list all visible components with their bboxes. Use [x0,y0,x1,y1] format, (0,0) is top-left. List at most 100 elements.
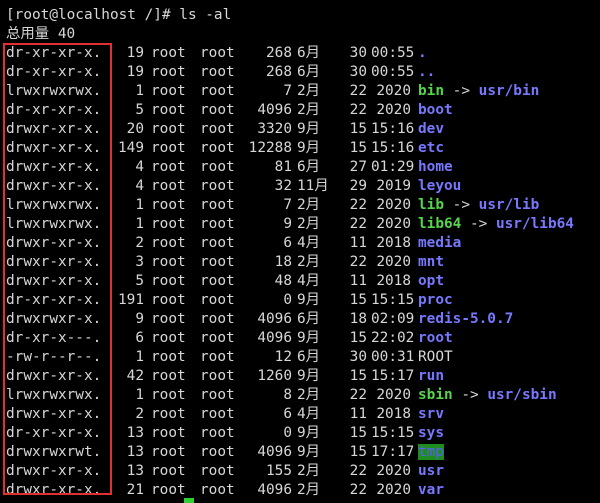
group: root [200,311,235,327]
entry-name-cell: etc [418,139,444,158]
listing-row: dr-xr-xr-x. 5 root root 4096 2月 22 2020 boot [6,101,600,120]
symlink-arrow: -> [444,197,479,213]
time: 2018 [376,273,411,289]
listing-row: drwxrwxr-x. 9 root root 4096 6月 18 02:09 redis-5… [6,310,600,329]
day: 22 [349,387,367,403]
entry-name: home [418,159,453,175]
listing-row: dr-xr-xr-x. 19 root root 268 6月 30 00:55.. [6,63,600,82]
entry-name-cell: .. [418,63,435,82]
time: 17:17 [371,444,415,460]
day: 27 [349,159,367,175]
size: 8 [283,387,292,403]
time: 00:31 [371,349,415,365]
time: 2018 [376,406,411,422]
permissions: drwxr-xr-x. [6,235,102,251]
group: root [200,368,235,384]
symlink-target: usr/lib64 [495,216,574,232]
month: 4月 [297,406,321,422]
size: 48 [274,273,292,289]
entry-name-cell: sbin -> usr/sbin [418,386,557,405]
time: 15:15 [371,292,415,308]
link-count: 1 [135,349,144,365]
day: 22 [349,463,367,479]
link-count: 1 [135,197,144,213]
day: 15 [349,140,367,156]
permissions: drwxr-xr-x. [6,254,102,270]
entry-name-cell: dev [418,120,444,139]
listing-row: drwxr-xr-x. 2 root root 6 4月 11 2018 srv [6,405,600,424]
entry-name-cell: redis-5.0.7 [418,310,513,329]
link-count: 13 [126,444,144,460]
link-count: 42 [126,368,144,384]
permissions: drwxr-xr-x. [6,159,102,175]
size: 4096 [257,330,292,346]
size: 4096 [257,311,292,327]
month: 9月 [297,330,321,346]
link-count: 1 [135,387,144,403]
size: 6 [283,235,292,251]
owner: root [151,254,186,270]
owner: root [151,178,186,194]
entry-name-cell: home [418,158,453,177]
time: 2020 [376,83,411,99]
entry-name-cell: var [418,481,444,500]
group: root [200,83,235,99]
time: 2020 [376,197,411,213]
entry-name: media [418,235,462,251]
group: root [200,45,235,61]
terminal-cursor [184,498,194,503]
entry-name: bin [418,83,444,99]
link-count: 13 [126,425,144,441]
group: root [200,406,235,422]
listing-row: drwxr-xr-x. 149 root root 12288 9月 15 15:16 etc [6,139,600,158]
permissions: lrwxrwxrwx. [6,216,102,232]
month: 2月 [297,102,321,118]
time: 2020 [376,463,411,479]
size: 32 [274,178,292,194]
group: root [200,64,235,80]
size: 268 [266,64,292,80]
link-count: 5 [135,273,144,289]
listing-row: dr-xr-x---. 6 root root 4096 9月 15 22:02 root [6,329,600,348]
day: 22 [349,482,367,498]
entry-name-cell: . [418,44,427,63]
command-prompt-line: [root@localhost /]# ls -al [6,7,232,23]
month: 9月 [297,444,321,460]
day: 29 [349,178,367,194]
listing-row: drwxr-xr-x. 21 root root 4096 2月 22 2020 var [6,481,600,500]
link-count: 3 [135,254,144,270]
permissions: lrwxrwxrwx. [6,197,102,213]
group: root [200,292,235,308]
terminal-output[interactable]: [root@localhost /]# ls -al 总用量 40 dr-xr-… [6,6,600,500]
entry-name: root [418,330,453,346]
owner: root [151,83,186,99]
time: 00:55 [371,64,415,80]
permissions: drwxr-xr-x. [6,482,102,498]
permissions: dr-xr-xr-x. [6,425,102,441]
entry-name-cell: mnt [418,253,444,272]
owner: root [151,349,186,365]
time: 2020 [376,482,411,498]
owner: root [151,64,186,80]
link-count: 5 [135,102,144,118]
entry-name: .. [418,64,436,80]
listing-row: drwxr-xr-x. 3 root root 18 2月 22 2020 mnt [6,253,600,272]
size: 81 [274,159,292,175]
day: 22 [349,83,367,99]
day: 22 [349,254,367,270]
permissions: drwxr-xr-x. [6,368,102,384]
link-count: 149 [118,140,144,156]
listing-row: dr-xr-xr-x. 19 root root 268 6月 30 00:55. [6,44,600,63]
permissions: dr-xr-xr-x. [6,45,102,61]
entry-name: var [418,482,444,498]
size: 4096 [257,444,292,460]
group: root [200,349,235,365]
size: 6 [283,406,292,422]
entry-name: mnt [418,254,444,270]
link-count: 4 [135,159,144,175]
owner: root [151,330,186,346]
owner: root [151,235,186,251]
entry-name: sbin [418,387,453,403]
month: 11月 [297,178,329,194]
listing-row: drwxr-xr-x. 2 root root 6 4月 11 2018 media [6,234,600,253]
